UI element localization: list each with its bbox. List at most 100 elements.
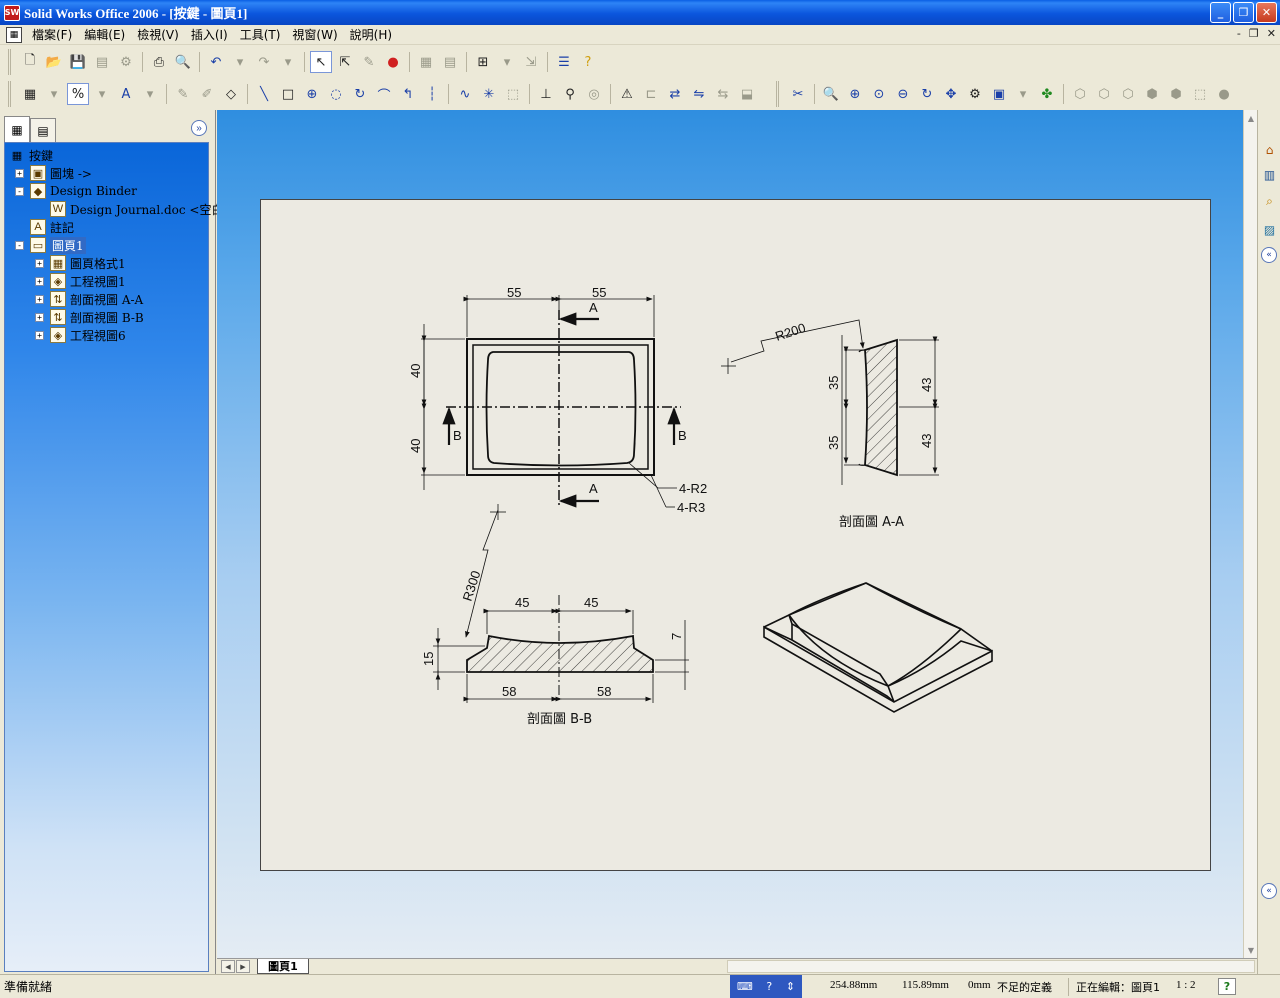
extend-icon[interactable]: ⊏: [640, 83, 662, 105]
scroll-up-icon[interactable]: ▲: [1244, 111, 1258, 125]
open-icon[interactable]: 📂: [43, 51, 65, 73]
tangent-arc-icon[interactable]: ↻: [349, 83, 371, 105]
status-menu-icon[interactable]: ⇕: [786, 980, 795, 993]
menu-tools[interactable]: 工具(T): [234, 26, 287, 43]
status-help-icon[interactable]: ?: [766, 980, 772, 993]
circle-icon[interactable]: ⊕: [301, 83, 323, 105]
scroll-down-icon[interactable]: ▼: [1244, 943, 1258, 957]
menu-edit[interactable]: 編輯(E): [78, 26, 131, 43]
tree-item[interactable]: A 註記: [15, 218, 74, 236]
redo-dropdown-icon[interactable]: ▾: [277, 51, 299, 73]
home-icon[interactable]: ⌂: [1260, 140, 1279, 159]
tree-item[interactable]: + ▦ 圖頁格式1: [35, 254, 126, 272]
radius-note-r3[interactable]: 4-R3: [677, 500, 705, 515]
layer-dropdown-icon[interactable]: ▾: [43, 83, 65, 105]
line-style-icon[interactable]: %: [67, 83, 89, 105]
tree-toggle-icon[interactable]: +: [35, 258, 44, 268]
help-icon[interactable]: ?: [577, 51, 599, 73]
smart-dim-icon[interactable]: ⇲: [520, 51, 542, 73]
dim-r200[interactable]: R200: [773, 320, 807, 344]
dim-43-top[interactable]: 43: [919, 378, 934, 392]
zoom-fit-icon[interactable]: 🔍: [820, 83, 842, 105]
redo-icon[interactable]: ↷: [253, 51, 275, 73]
print-icon[interactable]: ⎙: [148, 51, 170, 73]
trim-icon[interactable]: ⚠: [616, 83, 638, 105]
zoom-in-icon[interactable]: ⊙: [868, 83, 890, 105]
pan-icon[interactable]: ✥: [940, 83, 962, 105]
rebuild-icon[interactable]: ●: [382, 51, 404, 73]
tree-toggle-icon[interactable]: +: [35, 276, 44, 286]
shaded-edges-icon[interactable]: ⬢: [1141, 83, 1163, 105]
three-point-arc-icon[interactable]: ⌒: [373, 83, 395, 105]
expand-pane-icon[interactable]: «: [1261, 883, 1277, 899]
arc-icon[interactable]: ◌: [325, 83, 347, 105]
construction-icon[interactable]: ⬚: [502, 83, 524, 105]
dim-58-right[interactable]: 58: [597, 684, 611, 699]
measure-icon[interactable]: ✂: [787, 83, 809, 105]
spline-icon[interactable]: ∿: [454, 83, 476, 105]
app-icon[interactable]: SW: [4, 4, 20, 21]
menu-window[interactable]: 視窗(W): [286, 26, 343, 43]
doc-restore-button[interactable]: ❐: [1249, 27, 1259, 40]
layer-icon[interactable]: ▦: [19, 83, 41, 105]
vertical-scrollbar[interactable]: ▲ ▼: [1243, 110, 1257, 958]
minimize-button[interactable]: _: [1210, 2, 1231, 23]
section-arrow-a-bottom[interactable]: A: [589, 481, 598, 496]
drawing-sheet[interactable]: 55 55 40 40 A A B B 4-R2 4-R3 R200 35 35…: [260, 199, 1211, 871]
sketch-icon[interactable]: ✎: [358, 51, 380, 73]
horizontal-scrollbar[interactable]: [727, 960, 1255, 973]
dim-35-bottom[interactable]: 35: [826, 436, 841, 450]
font-dropdown-icon[interactable]: ▾: [139, 83, 161, 105]
sketch-tool-2-icon[interactable]: ✐: [196, 83, 218, 105]
dim-7[interactable]: 7: [669, 633, 684, 640]
move-icon[interactable]: ⇋: [688, 83, 710, 105]
next-sheet-icon[interactable]: ▶: [236, 960, 250, 973]
menu-help[interactable]: 說明(H): [344, 26, 398, 43]
rectangle-icon[interactable]: □: [277, 83, 299, 105]
tree-toggle-icon[interactable]: +: [35, 294, 44, 304]
status-bar-help-icon[interactable]: ?: [1218, 978, 1236, 995]
display-icon[interactable]: ✤: [1036, 83, 1058, 105]
fillet-icon[interactable]: ↰: [397, 83, 419, 105]
wireframe-icon[interactable]: ⬡: [1069, 83, 1091, 105]
select-filter-icon[interactable]: ⇱: [334, 51, 356, 73]
restore-button[interactable]: ❐: [1233, 2, 1254, 23]
centerline-icon[interactable]: ┆: [421, 83, 443, 105]
annotation-icon[interactable]: ⊞: [472, 51, 494, 73]
sketch-tool-1-icon[interactable]: ✎: [172, 83, 194, 105]
tree-toggle-icon[interactable]: +: [15, 168, 24, 178]
rotate-icon[interactable]: ↻: [916, 83, 938, 105]
keyboard-icon[interactable]: ⌨: [737, 980, 753, 993]
mirror-icon[interactable]: ⇄: [664, 83, 686, 105]
redraw-icon[interactable]: ⚙: [964, 83, 986, 105]
new-icon[interactable]: 🗋: [19, 51, 41, 73]
close-button[interactable]: ✕: [1256, 2, 1277, 23]
tree-toggle-icon[interactable]: +: [35, 330, 44, 340]
doc-minimize-button[interactable]: -: [1237, 27, 1241, 40]
scale-icon[interactable]: ⬓: [736, 83, 758, 105]
hidden-lines-visible-icon[interactable]: ⬡: [1093, 83, 1115, 105]
tree-toggle-icon[interactable]: +: [35, 312, 44, 322]
grid-icon[interactable]: ▦: [415, 51, 437, 73]
copy-icon[interactable]: ⇆: [712, 83, 734, 105]
prev-sheet-icon[interactable]: ◀: [221, 960, 235, 973]
tree-item[interactable]: + ◈ 工程視圖1: [35, 272, 126, 290]
tree-item[interactable]: + ▣ 圖塊 ->: [15, 164, 92, 182]
display-relation-icon[interactable]: ⚲: [559, 83, 581, 105]
dim-r300[interactable]: R300: [460, 569, 484, 603]
tree-item[interactable]: - ▭ 圖頁1: [15, 236, 86, 254]
property-tab-icon[interactable]: ▤: [30, 118, 56, 142]
dim-55-left[interactable]: 55: [507, 285, 521, 300]
menu-view[interactable]: 檢視(V): [131, 26, 185, 43]
feature-tree-tab-icon[interactable]: ▦: [4, 116, 30, 142]
tree-item[interactable]: + ⇅ 剖面視圖 B-B: [35, 308, 144, 326]
perspective-icon[interactable]: ⬚: [1189, 83, 1211, 105]
tree-toggle-icon[interactable]: -: [15, 240, 24, 250]
select-icon[interactable]: ↖: [310, 51, 332, 73]
dim-55-right[interactable]: 55: [592, 285, 606, 300]
graphics-area[interactable]: 55 55 40 40 A A B B 4-R2 4-R3 R200 35 35…: [217, 110, 1243, 958]
tree-toggle-icon[interactable]: -: [15, 186, 24, 196]
dim-15[interactable]: 15: [421, 652, 436, 666]
dim-45-right[interactable]: 45: [584, 595, 598, 610]
menu-insert[interactable]: 插入(I): [185, 26, 234, 43]
